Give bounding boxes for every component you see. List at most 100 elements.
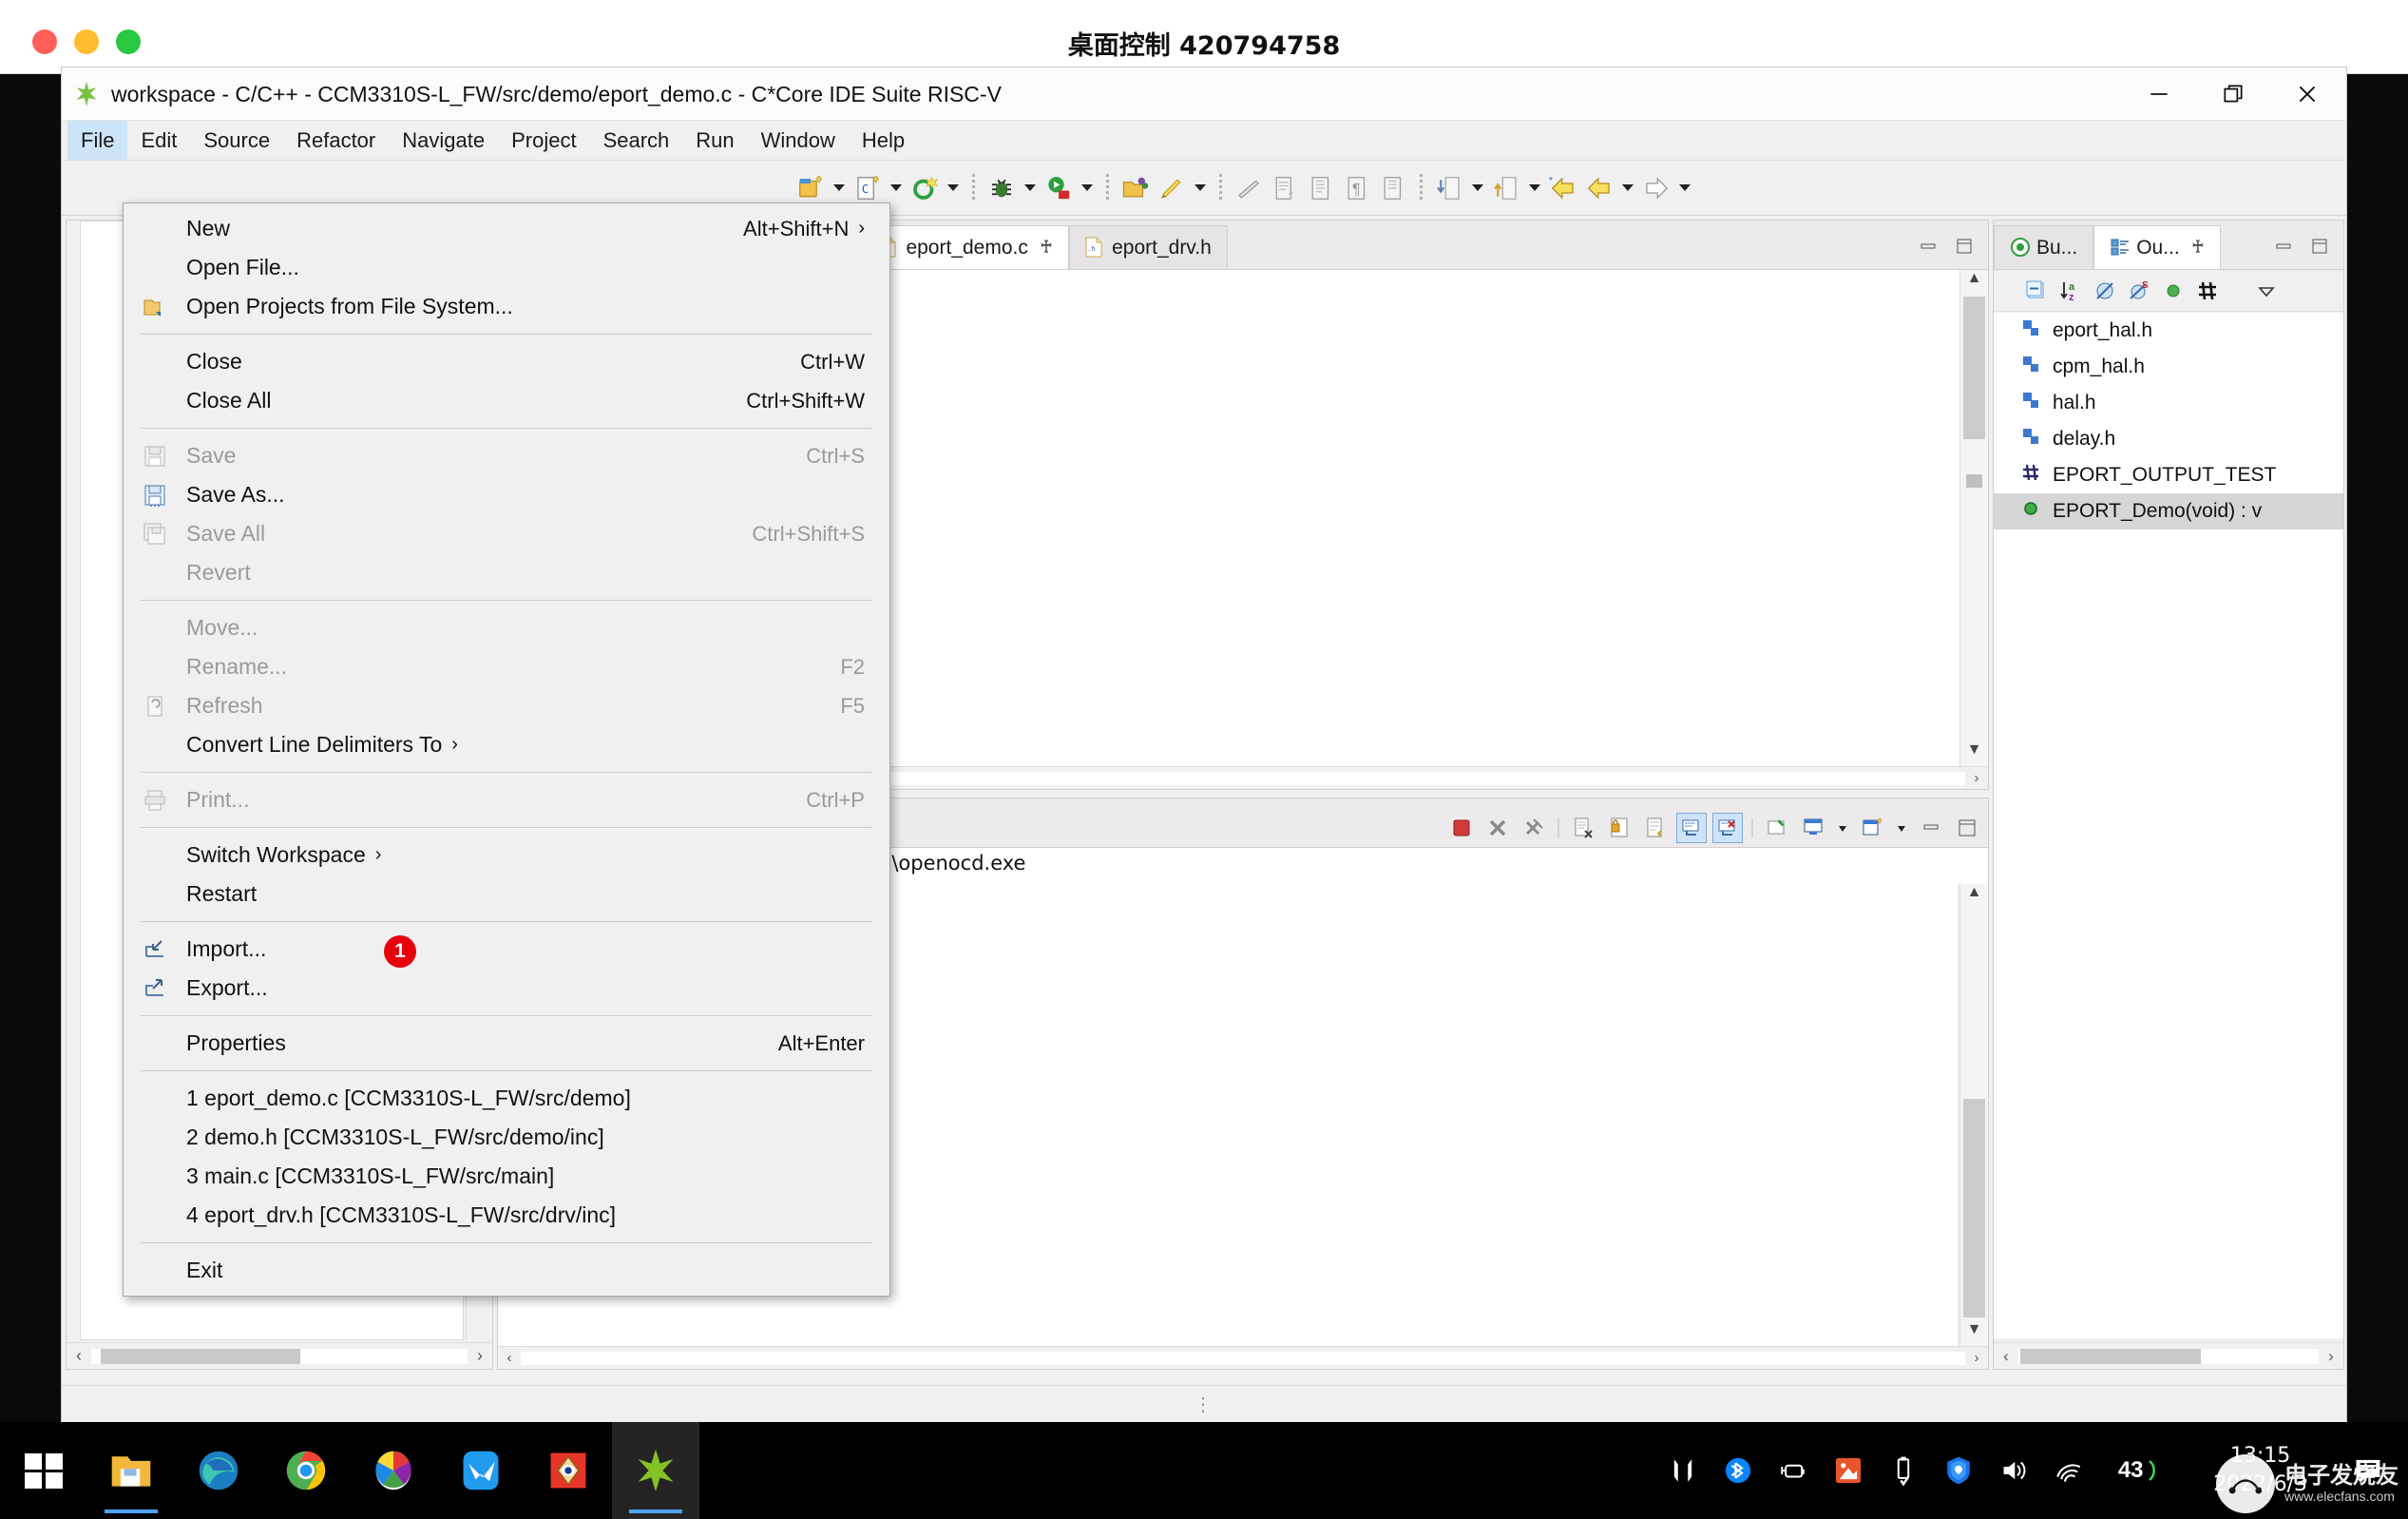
hide-macros-icon[interactable] — [2193, 277, 2222, 305]
new-wizard-dropdown-icon[interactable] — [944, 171, 963, 205]
menu-help[interactable]: Help — [849, 121, 918, 160]
menu-item-import[interactable]: Import... 1 — [124, 930, 889, 969]
view-menu-icon[interactable] — [2252, 277, 2281, 305]
hide-fields-icon[interactable] — [2091, 277, 2119, 305]
menu-navigate[interactable]: Navigate — [389, 121, 498, 160]
menu-item-recent-file-4[interactable]: 4 eport_drv.h [CCM3310S-L_FW/src/drv/inc… — [124, 1196, 889, 1235]
foxmail-taskbar-icon[interactable] — [437, 1422, 525, 1519]
menu-item-convert-line-delimiters-to[interactable]: Convert Line Delimiters To › — [124, 725, 889, 764]
menu-item-recent-file-2[interactable]: 2 demo.h [CCM3310S-L_FW/src/demo/inc] — [124, 1118, 889, 1157]
run-icon[interactable] — [1042, 171, 1076, 205]
editor-tab-eport-demo-c[interactable]: .c eport_demo.c ♰ — [863, 225, 1070, 269]
scrollbar-thumb[interactable] — [1963, 297, 1985, 439]
back-icon[interactable] — [1582, 171, 1616, 205]
menu-refactor[interactable]: Refactor — [283, 121, 389, 160]
new-c-project-dropdown-icon[interactable] — [830, 171, 849, 205]
menu-item-close[interactable]: Close Ctrl+W — [124, 342, 889, 381]
outline-item-hal-h[interactable]: hal.h — [1994, 385, 2343, 421]
file-explorer-taskbar-icon[interactable] — [87, 1422, 175, 1519]
maximize-outline-icon[interactable] — [2309, 236, 2330, 261]
open-console-icon[interactable] — [1857, 813, 1887, 843]
last-edit-location-icon[interactable]: * — [1546, 171, 1580, 205]
menu-item-close-all[interactable]: Close All Ctrl+Shift+W — [124, 381, 889, 420]
battery-icon[interactable]: 43 — [2105, 1452, 2181, 1490]
forward-icon[interactable] — [1639, 171, 1673, 205]
run-dropdown-icon[interactable] — [1078, 171, 1097, 205]
open-console-dropdown-icon[interactable] — [1893, 813, 1910, 843]
menu-item-save-as[interactable]: Save As... — [124, 475, 889, 514]
outline-item-eport-demo[interactable]: EPORT_Demo(void) : v — [1994, 493, 2343, 529]
microsoft-edge-taskbar-icon[interactable] — [175, 1422, 262, 1519]
previous-annotation-dropdown-icon[interactable] — [1525, 171, 1544, 205]
scrollbar-track[interactable] — [521, 1351, 1965, 1365]
menu-item-recent-file-1[interactable]: 1 eport_demo.c [CCM3310S-L_FW/src/demo] — [124, 1079, 889, 1118]
menu-item-exit[interactable]: Exit — [124, 1251, 889, 1290]
next-annotation-dropdown-icon[interactable] — [1468, 171, 1487, 205]
scroll-up-icon[interactable]: ▲ — [1960, 884, 1988, 909]
menu-project[interactable]: Project — [498, 121, 589, 160]
tencent-pc-manager-icon[interactable] — [1940, 1452, 1978, 1490]
new-wizard-icon[interactable] — [908, 171, 942, 205]
highlight-icon[interactable] — [1155, 171, 1189, 205]
display-selected-console-dropdown-icon[interactable] — [1834, 813, 1851, 843]
new-c-project-icon[interactable] — [793, 171, 828, 205]
menu-item-switch-workspace[interactable]: Switch Workspace › — [124, 836, 889, 875]
debug-icon[interactable] — [984, 171, 1019, 205]
wifi-icon[interactable] — [2050, 1452, 2088, 1490]
picasa-taskbar-icon[interactable] — [350, 1422, 437, 1519]
everything-search-taskbar-icon[interactable] — [525, 1422, 612, 1519]
debug-dropdown-icon[interactable] — [1021, 171, 1040, 205]
menu-item-restart[interactable]: Restart — [124, 875, 889, 913]
outline-item-eport-hal-h[interactable]: eport_hal.h — [1994, 313, 2343, 349]
start-button[interactable] — [0, 1422, 87, 1519]
show-console-on-output-icon[interactable] — [1676, 813, 1707, 843]
ccore-ide-taskbar-icon[interactable] — [612, 1422, 699, 1519]
close-tab-icon[interactable]: ♰ — [1040, 237, 1053, 259]
menu-item-open-file[interactable]: Open File... — [124, 248, 889, 287]
scrollbar-thumb-secondary[interactable] — [1966, 474, 1982, 488]
scroll-left-icon[interactable]: ‹ — [67, 1346, 91, 1366]
terminate-icon[interactable] — [1446, 813, 1477, 843]
scroll-left-icon[interactable]: ‹ — [498, 1350, 521, 1366]
menu-window[interactable]: Window — [748, 121, 849, 160]
scroll-right-icon[interactable]: › — [468, 1346, 492, 1366]
menu-item-export[interactable]: Export... — [124, 969, 889, 1008]
word-wrap-icon[interactable] — [1640, 813, 1671, 843]
scrollbar-thumb[interactable] — [1963, 1099, 1985, 1317]
power-icon[interactable] — [1774, 1452, 1812, 1490]
forward-dropdown-icon[interactable] — [1675, 171, 1694, 205]
console-horizontal-scrollbar[interactable]: ‹ › — [498, 1346, 1988, 1369]
scroll-up-icon[interactable]: ▲ — [1960, 270, 1988, 295]
maximize-console-icon[interactable] — [1952, 813, 1982, 843]
usb-eject-icon[interactable] — [1884, 1452, 1922, 1490]
outline-horizontal-scrollbar[interactable]: ‹ › — [1994, 1342, 2343, 1369]
google-chrome-taskbar-icon[interactable] — [262, 1422, 350, 1519]
minimize-editor-icon[interactable] — [1918, 236, 1939, 261]
restore-button[interactable] — [2196, 67, 2270, 121]
clear-console-icon[interactable] — [1568, 813, 1598, 843]
menu-item-recent-file-3[interactable]: 3 main.c [CCM3310S-L_FW/src/main] — [124, 1157, 889, 1196]
console-vertical-scrollbar[interactable]: ▲ ▼ — [1959, 884, 1988, 1346]
scroll-left-icon[interactable]: ‹ — [1994, 1347, 2018, 1366]
outline-tab[interactable]: Ou... ♰ — [2093, 225, 2221, 269]
highlight-dropdown-icon[interactable] — [1191, 171, 1210, 205]
scroll-down-icon[interactable]: ▼ — [1960, 1321, 1988, 1346]
resize-grip-icon[interactable]: ⋮ — [1194, 1393, 1214, 1416]
close-tab-icon[interactable]: ♰ — [2191, 237, 2205, 259]
show-console-on-error-icon[interactable] — [1712, 813, 1743, 843]
menu-search[interactable]: Search — [590, 121, 683, 160]
maximize-editor-icon[interactable] — [1954, 236, 1975, 261]
task-view-icon[interactable] — [1664, 1452, 1702, 1490]
scrollbar-thumb[interactable] — [101, 1348, 300, 1364]
remove-launch-icon[interactable] — [1482, 813, 1513, 843]
hide-static-icon[interactable]: S — [2125, 277, 2153, 305]
hide-nonpublic-icon[interactable] — [2159, 277, 2188, 305]
close-button[interactable] — [2270, 67, 2344, 121]
menu-run[interactable]: Run — [682, 121, 747, 160]
new-c-file-dropdown-icon[interactable] — [887, 171, 906, 205]
menu-item-new[interactable]: New Alt+Shift+N › — [124, 209, 889, 248]
screen-capture-icon[interactable] — [1829, 1452, 1867, 1490]
scroll-right-icon[interactable]: › — [1965, 1350, 1988, 1366]
back-dropdown-icon[interactable] — [1618, 171, 1637, 205]
outline-tree[interactable]: eport_hal.h cpm_hal.h hal.h delay.h EPOR… — [1994, 313, 2343, 1338]
